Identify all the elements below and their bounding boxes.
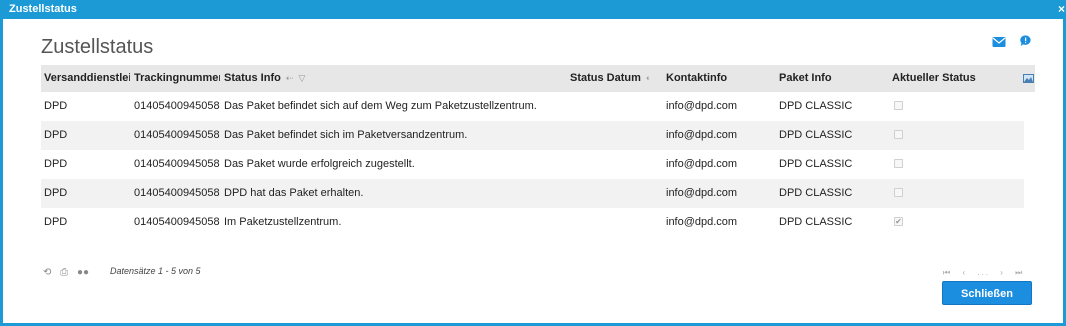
mail-icon[interactable]: [992, 36, 1006, 48]
table-row[interactable]: DPD 01405400945058 Das Paket befindet sich…: [41, 121, 1024, 150]
sort-icon[interactable]: ⇠: [646, 65, 650, 92]
cell-package: DPD CLASSIC: [779, 129, 853, 141]
cell-carrier: DPD: [44, 216, 68, 228]
prev-page-icon[interactable]: ‹: [962, 268, 967, 277]
column-header-contact[interactable]: Kontaktinfo: [666, 65, 766, 92]
column-chooser-icon[interactable]: [1023, 65, 1035, 92]
chat-icon[interactable]: [1018, 35, 1032, 47]
cell-contact: info@dpd.com: [666, 187, 738, 199]
column-header-carrier[interactable]: Versanddienstleister: [44, 65, 130, 92]
cell-contact: info@dpd.com: [666, 158, 738, 170]
cell-tracking: 01405400945058: [134, 100, 220, 112]
window-title: Zustellstatus: [9, 3, 77, 15]
cell-package: DPD CLASSIC: [779, 187, 853, 199]
column-header-status-date-label: Status Datum: [570, 72, 641, 84]
cell-status-info: DPD hat das Paket erhalten.: [224, 187, 364, 199]
print-icon[interactable]: ⎙: [60, 267, 68, 278]
column-header-tracking[interactable]: Trackingnummer: [134, 65, 220, 92]
cell-package: DPD CLASSIC: [779, 158, 853, 170]
cell-status-info: Im Paketzustellzentrum.: [224, 216, 342, 228]
close-button[interactable]: Schließen: [942, 281, 1032, 305]
table-row[interactable]: DPD 01405400945058 Das Paket befindet sich…: [41, 92, 1035, 121]
cell-contact: info@dpd.com: [666, 100, 738, 112]
settings-icon[interactable]: ●●: [77, 267, 89, 278]
current-status-checkbox[interactable]: [894, 159, 903, 168]
column-header-status-info[interactable]: Status Info ⇠ ▽: [224, 65, 564, 92]
cell-package: DPD CLASSIC: [779, 100, 853, 112]
cell-status-date: [570, 150, 650, 179]
close-icon[interactable]: ×: [1058, 0, 1065, 19]
table-row[interactable]: DPD 01405400945058 DPD hat das Paket erhal…: [41, 179, 1024, 208]
cell-status-info: Das Paket wurde erfolgreich zugestellt.: [224, 158, 415, 170]
refresh-icon[interactable]: ⟲: [43, 267, 51, 278]
cell-status-date: [570, 121, 650, 150]
cell-contact: info@dpd.com: [666, 129, 738, 141]
record-count: Datensätze 1 - 5 von 5: [110, 266, 201, 276]
cell-status-date: [570, 92, 650, 121]
dialog-window: Zustellstatus × Zustellstatus Versanddie…: [0, 0, 1066, 326]
cell-package: DPD CLASSIC: [779, 216, 853, 228]
first-page-icon[interactable]: ⏮: [943, 268, 952, 277]
title-bar: Zustellstatus ×: [3, 0, 1066, 19]
cell-tracking: 01405400945058: [134, 216, 220, 228]
sort-icon[interactable]: ⇠: [286, 65, 294, 92]
status-table: Versanddienstleister Trackingnummer Stat…: [41, 65, 1035, 237]
column-header-status-date[interactable]: Status Datum ⇠: [570, 65, 650, 92]
column-header-current-status[interactable]: Aktueller Status: [892, 65, 992, 92]
cell-carrier: DPD: [44, 100, 68, 112]
cell-carrier: DPD: [44, 158, 68, 170]
cell-status-date: [570, 208, 650, 237]
filter-icon[interactable]: ▽: [299, 65, 306, 92]
table-header: Versanddienstleister Trackingnummer Stat…: [41, 65, 1035, 92]
footer-toolbar: ⟲ ⎙ ●●: [43, 267, 95, 278]
cell-status-info: Das Paket befindet sich auf dem Weg zum …: [224, 100, 537, 112]
current-status-checkbox[interactable]: [894, 188, 903, 197]
cell-carrier: DPD: [44, 129, 68, 141]
current-status-checkbox[interactable]: [894, 101, 903, 110]
next-page-icon[interactable]: ›: [1000, 268, 1005, 277]
cell-contact: info@dpd.com: [666, 216, 738, 228]
pager: ⏮ ‹ ... › ⏭: [943, 268, 1030, 278]
table-row[interactable]: DPD 01405400945058 Im Paketzustellzentrum.…: [41, 208, 1035, 237]
column-header-status-info-label: Status Info: [224, 72, 281, 84]
cell-tracking: 01405400945058: [134, 158, 220, 170]
table-row[interactable]: DPD 01405400945058 Das Paket wurde erfolgr…: [41, 150, 1035, 179]
last-page-icon[interactable]: ⏭: [1015, 268, 1024, 277]
current-status-checkbox[interactable]: [894, 130, 903, 139]
column-header-package[interactable]: Paket Info: [779, 65, 879, 92]
cell-status-date: [570, 179, 650, 208]
cell-status-info: Das Paket befindet sich im Paketversandz…: [224, 129, 468, 141]
page-title: Zustellstatus: [41, 36, 154, 58]
cell-carrier: DPD: [44, 187, 68, 199]
current-status-checkbox[interactable]: ✔: [894, 217, 903, 226]
pager-ellipsis: ...: [977, 268, 991, 277]
cell-tracking: 01405400945058: [134, 187, 220, 199]
cell-tracking: 01405400945058: [134, 129, 220, 141]
